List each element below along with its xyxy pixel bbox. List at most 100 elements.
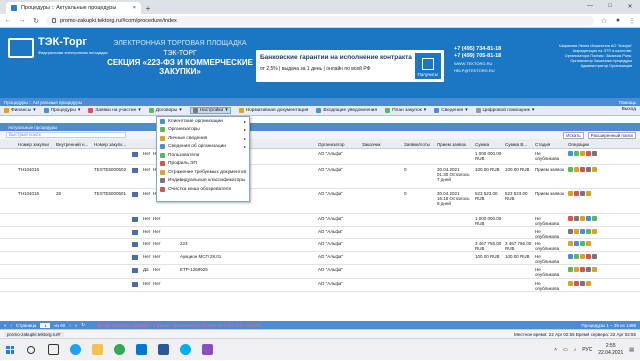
operation-icon[interactable] (568, 241, 573, 246)
dropdown-item[interactable]: Очистка кеша обозревателя (157, 185, 249, 194)
operation-icon[interactable] (592, 167, 597, 172)
table-row[interactable]: Да Нет ETP-1269925 АО "Альфа" Не опубликова (0, 265, 640, 279)
operation-icon[interactable] (574, 191, 579, 196)
col-sum[interactable]: Сумма (475, 142, 489, 147)
table-row[interactable]: Нет Нет Аукцион МСП 28.01 АО "Альфа" 100.00 … (0, 252, 640, 265)
operation-icon[interactable] (568, 281, 573, 286)
menu-info[interactable]: Сведения ▾ (434, 108, 468, 113)
operation-icon[interactable] (580, 281, 585, 286)
operation-icon[interactable] (568, 191, 573, 196)
last-page-icon[interactable]: » (75, 323, 78, 328)
table-row[interactable]: Нет Нет 223 АО "Альфа" 3 467 756.00 RUB 3 467… (0, 239, 640, 252)
menu-notifications[interactable]: Входящие уведомления (316, 108, 377, 113)
operation-icon[interactable] (580, 241, 585, 246)
volume-icon[interactable]: ♪ (574, 347, 577, 353)
close-tab-icon[interactable]: × (133, 5, 136, 11)
menu-settings[interactable]: Настройки ▾ (189, 107, 231, 114)
operation-icon[interactable] (574, 216, 579, 221)
operation-icon[interactable] (592, 151, 597, 156)
maximize-icon[interactable]: □ (600, 0, 620, 12)
site-link[interactable]: WWW.TEKTORG.RU (454, 60, 501, 67)
table-row[interactable]: Нет Нет АО "Альфа" Не опубликова (0, 227, 640, 239)
col-number2[interactable]: Номер закупк... (94, 142, 126, 147)
table-row[interactable]: НетНетАО "Альфа"1 000 000.00 RUBНе опубл… (0, 214, 640, 227)
language-indicator[interactable]: РУС (582, 347, 592, 353)
table-row[interactable]: TH104016TESTЕ5000502НетНетАО "Альфа"030.… (0, 165, 640, 189)
operation-icon[interactable] (586, 229, 591, 234)
operation-icon[interactable] (592, 254, 597, 259)
address-bar[interactable]: promo-zakupki.tektorg.ru/#com/procedure/… (46, 15, 594, 26)
col-customer[interactable]: Заказчик (362, 142, 380, 147)
col-internal[interactable]: Внутренний н... (56, 142, 88, 147)
menu-docs[interactable]: Нормативная документация (238, 108, 308, 113)
menu-applications[interactable]: Заявки на участие ▾ (88, 108, 141, 113)
new-tab-button[interactable]: + (141, 2, 155, 14)
operation-icon[interactable] (586, 191, 591, 196)
operation-icon[interactable] (568, 267, 573, 272)
task-view-icon[interactable] (42, 339, 64, 361)
star-icon[interactable]: ☆ (600, 17, 608, 25)
dropdown-item[interactable]: Пользователи (157, 151, 249, 160)
start-button[interactable] (0, 339, 20, 361)
operation-icon[interactable] (568, 151, 573, 156)
operation-icon[interactable] (592, 267, 597, 272)
col-operations[interactable]: Операции (568, 142, 589, 147)
search-taskbar-icon[interactable] (20, 339, 42, 361)
col-number[interactable]: Номер закупки (18, 142, 49, 147)
help-link[interactable]: Помощь (619, 100, 636, 105)
profile-icon[interactable]: ● (614, 17, 622, 24)
menu-assistant[interactable]: Цифровой помощник ▾ (475, 108, 534, 113)
operation-icon[interactable] (574, 151, 579, 156)
menu-finance[interactable]: Финансы ▾ (4, 108, 36, 113)
menu-contracts[interactable]: Договоры ▾ (148, 108, 182, 113)
operation-icon[interactable] (574, 281, 579, 286)
operation-icon[interactable] (586, 151, 591, 156)
mail-app-icon[interactable] (130, 339, 152, 361)
menu-procedures[interactable]: Процедуры ▾ (43, 108, 80, 113)
table-row[interactable]: TH10401526TESTЕ5000501НетНетАО "Альфа"03… (0, 189, 640, 214)
dropdown-item[interactable]: Индивидуальные классификаторы (157, 177, 249, 186)
tray-arrow-icon[interactable]: ˄ (554, 347, 557, 353)
exit-link[interactable]: Выход (622, 107, 636, 112)
clock[interactable]: 2:55 22.04.2021 (598, 343, 623, 357)
dropdown-item[interactable]: Сведения об организации ▸ (157, 143, 249, 152)
operation-icon[interactable] (574, 167, 579, 172)
guarantee-ad[interactable]: Банковские гарантии на исполнение контра… (256, 50, 444, 82)
back-icon[interactable]: ← (4, 17, 12, 24)
col-sum2[interactable]: Сумма В... (505, 142, 527, 147)
operation-icon[interactable] (592, 216, 597, 221)
dropdown-item[interactable]: Профиль ЭП (157, 160, 249, 169)
close-window-icon[interactable]: ✕ (620, 0, 640, 12)
get-guarantee-button[interactable]: Получить! (415, 53, 441, 79)
extended-search-button[interactable]: Расширенный поиск (587, 131, 636, 139)
email-link[interactable]: HELP@TEKTORG.RU (454, 67, 501, 74)
edge-icon[interactable] (64, 339, 86, 361)
operation-icon[interactable] (580, 167, 585, 172)
operation-icon[interactable] (580, 229, 585, 234)
operation-icon[interactable] (574, 229, 579, 234)
operation-icon[interactable] (568, 229, 573, 234)
quick-search-input[interactable]: Быстрый поиск (6, 132, 126, 138)
explorer-icon[interactable] (86, 339, 108, 361)
word-icon[interactable] (152, 339, 174, 361)
dropdown-item[interactable]: Клиентские организации ▸ (157, 117, 249, 126)
operation-icon[interactable] (568, 216, 573, 221)
operation-icon[interactable] (586, 254, 591, 259)
menu-plan[interactable]: План закупок ▾ (385, 108, 426, 113)
operation-icon[interactable] (586, 216, 591, 221)
dropdown-item[interactable]: Организаторы ▸ (157, 126, 249, 135)
menu-dots-icon[interactable]: ⋮ (628, 17, 636, 25)
forward-icon[interactable]: → (18, 17, 26, 24)
operation-icon[interactable] (592, 229, 597, 234)
table-row[interactable]: Нет Нет АО "Альфа" Не опубликова (0, 279, 640, 292)
first-page-icon[interactable]: « (4, 323, 7, 328)
operation-icon[interactable] (568, 254, 573, 259)
col-organizer[interactable]: Организатор (318, 142, 345, 147)
operation-icon[interactable] (574, 241, 579, 246)
operation-icon[interactable] (586, 241, 591, 246)
col-dates[interactable]: Прием заявок (437, 142, 466, 147)
table-row[interactable]: НетНетАО "Альфа"1 000 000.00 RUBНе опубл… (0, 149, 640, 165)
operation-icon[interactable] (586, 267, 591, 272)
prev-page-icon[interactable]: ‹ (11, 323, 13, 328)
operation-icon[interactable] (580, 267, 585, 272)
